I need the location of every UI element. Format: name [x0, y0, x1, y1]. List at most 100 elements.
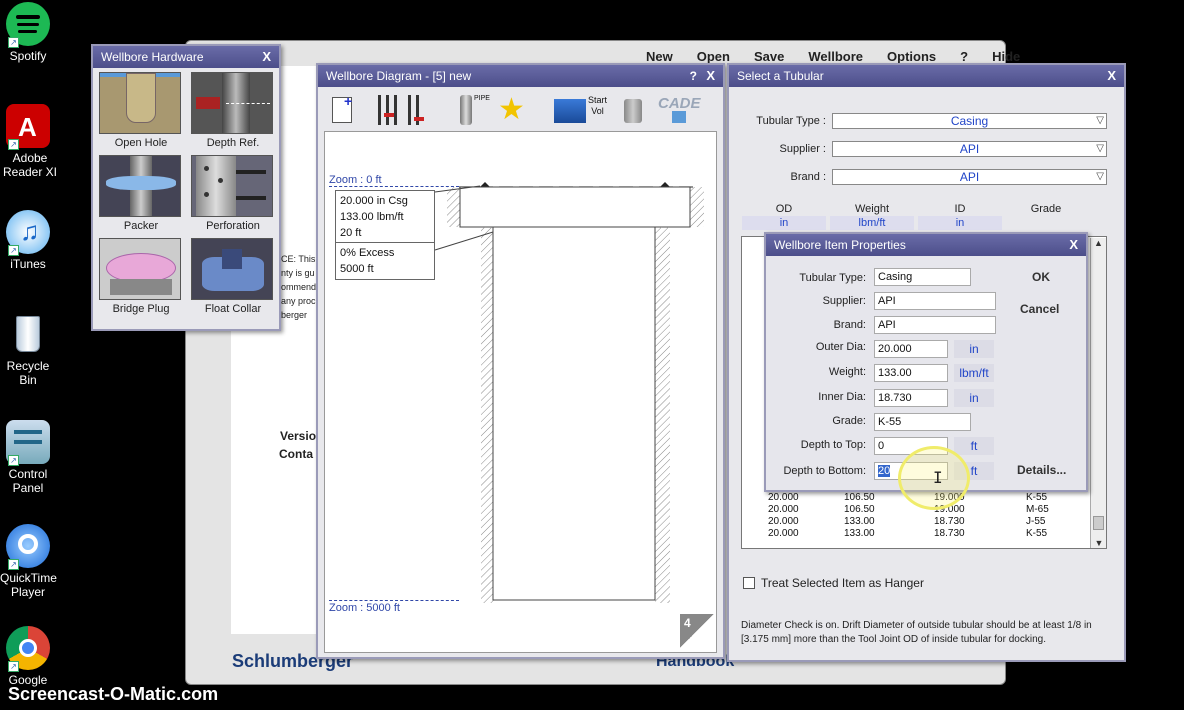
tubular-titlebar: Select a Tubular X	[729, 65, 1124, 87]
tubing-string-icon[interactable]	[376, 95, 432, 125]
menu-open[interactable]: Open	[697, 49, 730, 64]
menu-save[interactable]: Save	[754, 49, 784, 64]
hanger-checkbox[interactable]	[743, 577, 755, 589]
close-icon[interactable]: X	[1107, 65, 1116, 87]
new-document-icon[interactable]: +	[330, 93, 358, 125]
desktop-icon-label: Control Panel	[8, 467, 48, 495]
diagram-canvas[interactable]: Zoom : 0 ft 20.000 in Csg 133.00 lbm/ft …	[324, 131, 717, 653]
tubular-type-dropdown[interactable]: Casing ▽	[832, 113, 1107, 129]
prop-brand-field[interactable]: API	[874, 316, 996, 334]
desktop-icon-recycle-bin[interactable]: Recycle Bin	[0, 312, 56, 387]
screencast-watermark: Screencast-O-Matic.com	[8, 684, 219, 704]
hardware-open-hole[interactable]: Open Hole	[99, 72, 183, 149]
supplier-dropdown[interactable]: API ▽	[832, 141, 1107, 157]
prop-top-unit[interactable]: ft	[954, 437, 994, 455]
start-volume-icon[interactable]: Start Vol	[554, 95, 614, 125]
prop-grade-field[interactable]: K-55	[874, 413, 971, 431]
scroll-thumb	[1093, 516, 1104, 530]
col-header-od[interactable]: OD	[742, 203, 826, 215]
text-cursor-icon: I	[933, 468, 943, 487]
itunes-icon: ♫ ↗	[6, 210, 50, 256]
col-header-id[interactable]: ID	[918, 203, 1002, 215]
col-header-weight[interactable]: Weight	[830, 203, 914, 215]
prop-supplier-label: Supplier:	[822, 295, 866, 307]
desktop-icon-quicktime[interactable]: ↗ QuickTime Player	[0, 524, 57, 599]
hardware-float-collar[interactable]: Float Collar	[191, 238, 275, 315]
control-panel-icon: ↗	[6, 420, 50, 466]
menu-wellbore[interactable]: Wellbore	[808, 49, 863, 64]
supplier-label: Supplier :	[779, 143, 826, 155]
hardware-bridge-plug[interactable]: Bridge Plug	[99, 238, 183, 315]
scroll-down-icon: ▼	[1094, 538, 1104, 548]
quicktime-icon: ↗	[6, 524, 50, 570]
prop-brand-label: Brand:	[833, 319, 866, 331]
hardware-perforation[interactable]: Perforation	[191, 155, 275, 232]
hardware-packer[interactable]: Packer	[99, 155, 183, 232]
table-row[interactable]: 20.000 106.50 19.000 M-65	[768, 504, 1049, 515]
desktop-icon-spotify[interactable]: ↗ Spotify	[0, 2, 56, 63]
menu-help[interactable]: ?	[960, 49, 968, 64]
desktop-icon-itunes[interactable]: ♫ ↗ iTunes	[0, 210, 56, 271]
bridge-plug-icon	[99, 238, 181, 300]
prop-type-field[interactable]: Casing	[874, 268, 971, 286]
prop-id-unit[interactable]: in	[954, 389, 994, 407]
close-icon[interactable]: X	[706, 65, 715, 87]
hardware-label: Bridge Plug	[112, 303, 170, 315]
desktop-icon-label: Adobe Reader XI	[2, 151, 58, 179]
star-icon[interactable]: ★	[498, 95, 526, 125]
brand-dropdown[interactable]: API ▽	[832, 169, 1107, 185]
perforation-icon	[191, 155, 273, 217]
barrel-icon[interactable]	[622, 95, 646, 125]
desktop-icon-label: Recycle Bin	[6, 359, 50, 387]
diagram-titlebar: Wellbore Diagram - [5] new ? X	[318, 65, 723, 87]
scroll-up-icon: ▲	[1094, 238, 1103, 248]
chrome-icon: ↗	[6, 626, 50, 672]
col-header-grade[interactable]: Grade	[1004, 203, 1088, 215]
hardware-label: Depth Ref.	[206, 137, 260, 149]
menu-options[interactable]: Options	[887, 49, 936, 64]
unit-id[interactable]: in	[918, 216, 1002, 230]
prop-supplier-field[interactable]: API	[874, 292, 996, 310]
prop-od-field[interactable]: 20.000	[874, 340, 948, 358]
menu-new[interactable]: New	[646, 49, 673, 64]
close-icon[interactable]: X	[262, 46, 271, 68]
prop-id-field[interactable]: 18.730	[874, 389, 948, 407]
hardware-depth-ref[interactable]: Depth Ref.	[191, 72, 275, 149]
excess-callout[interactable]: 0% Excess 5000 ft	[335, 242, 435, 280]
casing-callout[interactable]: 20.000 in Csg 133.00 lbm/ft 20 ft	[335, 190, 435, 244]
wellbore-diagram-window: Wellbore Diagram - [5] new ? X + PIPE ★	[316, 63, 725, 659]
desktop-icon-google-chrome[interactable]: ↗ Google	[0, 626, 56, 687]
table-row[interactable]: 20.000 133.00 18.730 J-55	[768, 516, 1045, 527]
close-icon[interactable]: X	[1069, 234, 1078, 256]
chevron-down-icon: ▽	[1096, 171, 1104, 182]
list-scrollbar[interactable]: ▲ ▼	[1090, 238, 1106, 548]
ok-button[interactable]: OK	[1032, 270, 1050, 284]
hardware-label: Perforation	[206, 220, 260, 232]
desktop-icon-label: iTunes	[10, 257, 46, 271]
cade-icon[interactable]: CADE	[658, 95, 702, 125]
hardware-label: Float Collar	[204, 303, 262, 315]
pipe-icon[interactable]: PIPE	[456, 95, 490, 125]
desktop-icon-adobe-reader[interactable]: A ↗ Adobe Reader XI	[0, 104, 57, 179]
desktop-icon-label: QuickTime Player	[0, 571, 57, 599]
prop-od-unit[interactable]: in	[954, 340, 994, 358]
details-button[interactable]: Details...	[1017, 463, 1066, 477]
prop-weight-label: Weight:	[828, 366, 866, 378]
unit-weight[interactable]: lbm/ft	[830, 216, 914, 230]
desktop-icon-label: Spotify	[9, 49, 47, 63]
table-row[interactable]: 20.000 133.00 18.730 K-55	[768, 528, 1047, 539]
prop-bottom-label: Depth to Bottom:	[783, 465, 866, 477]
prop-weight-unit[interactable]: lbm/ft	[954, 364, 994, 382]
hardware-label: Open Hole	[114, 137, 168, 149]
help-icon[interactable]: ?	[690, 65, 697, 87]
desktop-icon-control-panel[interactable]: ↗ Control Panel	[0, 420, 56, 495]
prop-weight-field[interactable]: 133.00	[874, 364, 948, 382]
menu-hide[interactable]: Hide	[992, 49, 1020, 64]
cancel-button[interactable]: Cancel	[1020, 302, 1059, 316]
chevron-down-icon: ▽	[1096, 143, 1104, 154]
tubular-type-label: Tubular Type :	[756, 115, 826, 127]
hardware-titlebar: Wellbore Hardware X	[93, 46, 279, 68]
page-corner-icon[interactable]: 4	[680, 614, 714, 648]
unit-od[interactable]: in	[742, 216, 826, 230]
diagram-title: Wellbore Diagram - [5] new	[326, 69, 472, 83]
